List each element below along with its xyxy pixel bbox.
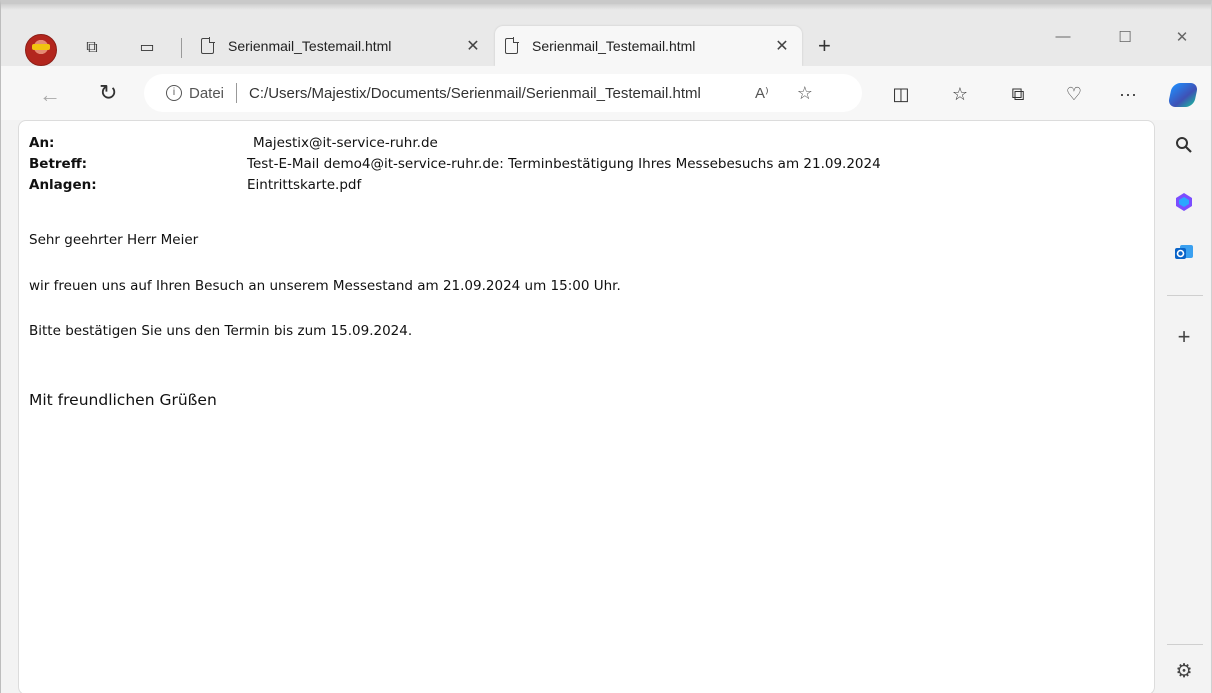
tab-actions-icon[interactable]: ▭ [136, 38, 158, 60]
tab-active[interactable]: Serienmail_Testemail.html ✕ [495, 26, 802, 66]
copilot-app-icon[interactable] [1172, 192, 1196, 216]
tab-separator [181, 38, 182, 58]
workspaces-icon[interactable]: ⧉ [81, 38, 103, 60]
info-icon[interactable]: i [166, 85, 182, 101]
add-icon[interactable]: + [1172, 325, 1196, 349]
browser-window: ⧉ ▭ Serienmail_Testemail.html ✕ Serienma… [0, 0, 1212, 693]
close-window-button[interactable]: ✕ [1167, 28, 1197, 46]
address-bar[interactable]: i Datei C:/Users/Majestix/Documents/Seri… [144, 74, 862, 112]
settings-icon[interactable]: ⚙ [1172, 660, 1196, 684]
profile-avatar[interactable] [25, 34, 57, 66]
more-icon[interactable]: ··· [1115, 84, 1141, 105]
tab-inactive[interactable]: Serienmail_Testemail.html ✕ [191, 26, 493, 66]
sidebar-divider [1167, 295, 1203, 296]
minimize-button[interactable]: — [1048, 28, 1078, 45]
attachments-value: Eintrittskarte.pdf [247, 177, 362, 193]
tab-title: Serienmail_Testemail.html [228, 38, 392, 54]
subject-value: Test-E-Mail demo4@it-service-ruhr.de: Te… [247, 156, 881, 172]
closing: Mit freundlichen Grüßen [29, 391, 217, 409]
paragraph-2: Bitte bestätigen Sie uns den Termin bis … [29, 323, 413, 339]
read-aloud-icon[interactable]: A⁾ [755, 84, 769, 102]
search-icon[interactable] [1172, 136, 1196, 160]
star-icon[interactable]: ☆ [797, 83, 813, 104]
tab-title: Serienmail_Testemail.html [532, 38, 696, 54]
favorites-icon[interactable]: ☆ [947, 84, 973, 105]
document-icon [201, 37, 215, 54]
sidebar-divider [1167, 644, 1203, 645]
document-icon [505, 37, 519, 54]
email-preview: An: Majestix@it-service-ruhr.de Betreff:… [29, 134, 1129, 409]
to-value: Majestix@it-service-ruhr.de [253, 135, 438, 151]
edge-sidebar: + ⚙ [1159, 120, 1211, 693]
split-screen-icon[interactable]: ◫ [888, 84, 914, 105]
reload-icon[interactable]: ↻ [99, 80, 117, 106]
to-label: An: [29, 135, 55, 151]
paragraph-1: wir freuen uns auf Ihren Besuch an unser… [29, 278, 621, 294]
scheme-label: Datei [189, 84, 225, 102]
address-url[interactable]: C:/Users/Majestix/Documents/Serienmail/S… [249, 85, 735, 102]
tab-close-button[interactable]: ✕ [463, 36, 483, 56]
tab-close-button[interactable]: ✕ [772, 36, 792, 56]
collections-icon[interactable]: ⧉ [1005, 84, 1031, 105]
outlook-icon[interactable] [1172, 242, 1196, 266]
greeting: Sehr geehrter Herr Meier [29, 232, 199, 248]
new-tab-button[interactable]: + [818, 33, 831, 59]
browser-essentials-icon[interactable]: ♡ [1061, 84, 1087, 105]
subject-label: Betreff: [29, 156, 88, 172]
address-divider [236, 83, 238, 103]
back-arrow-icon[interactable]: ← [39, 82, 61, 108]
attachments-label: Anlagen: [29, 177, 97, 193]
maximize-button[interactable]: ☐ [1110, 28, 1140, 46]
email-header: An: Majestix@it-service-ruhr.de Betreff:… [29, 134, 1129, 195]
